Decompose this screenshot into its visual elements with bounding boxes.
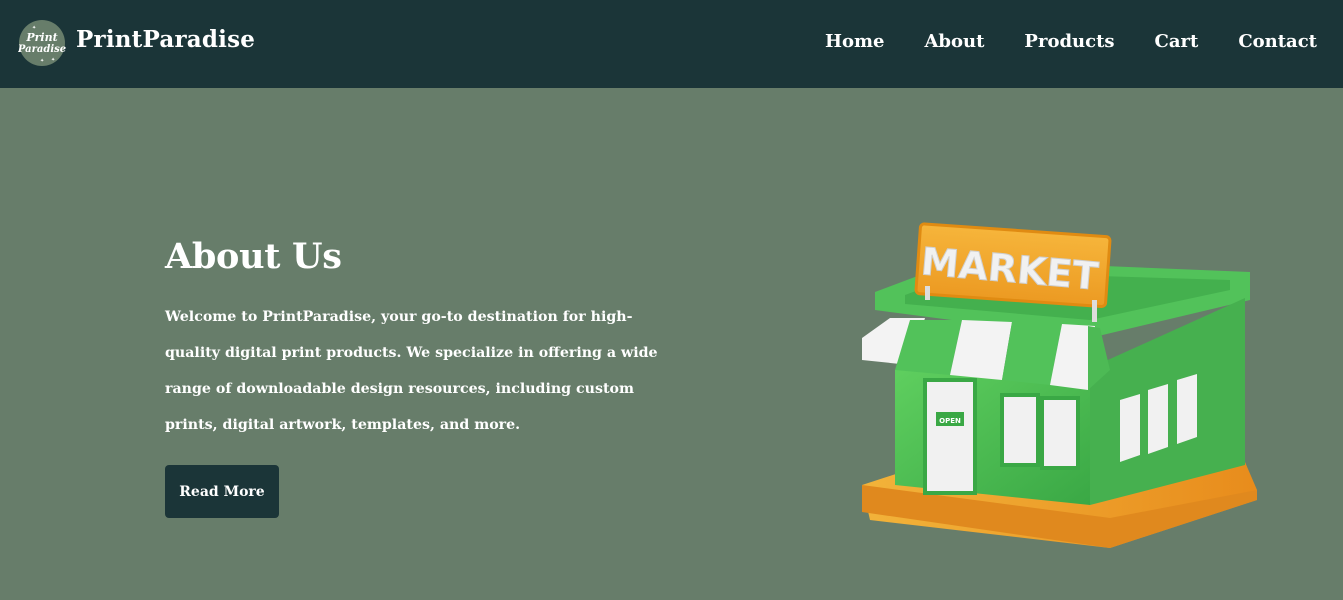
nav-products[interactable]: Products <box>1024 31 1114 52</box>
door-sign-text: OPEN <box>939 417 961 425</box>
nav-about[interactable]: About <box>924 31 984 52</box>
market-illustration: MARKET OPEN <box>862 222 1257 548</box>
read-more-button[interactable]: Read More <box>165 465 279 518</box>
nav-contact[interactable]: Contact <box>1238 31 1317 52</box>
svg-text:✦: ✦ <box>40 58 44 64</box>
svg-text:✦: ✦ <box>32 25 36 31</box>
brand-name: PrintParadise <box>76 25 256 53</box>
about-title: About Us <box>165 236 342 277</box>
main-nav: Home About Products Cart Contact <box>785 31 1317 52</box>
nav-cart[interactable]: Cart <box>1155 31 1199 52</box>
brand[interactable]: Print Paradise ✦ ✦ ✦ PrintParadise <box>18 20 255 66</box>
nav-home[interactable]: Home <box>825 31 885 52</box>
intro-brand: PrintParadise <box>262 309 372 325</box>
navbar: Print Paradise ✦ ✦ ✦ PrintParadise Home … <box>0 0 1343 88</box>
intro-after: , your go-to destination for high-qualit… <box>165 309 658 433</box>
svg-text:✦: ✦ <box>51 57 55 63</box>
logo-text-top: Print <box>25 31 57 44</box>
intro-before: Welcome to <box>165 309 263 325</box>
logo-icon: Print Paradise ✦ ✦ ✦ <box>18 20 66 66</box>
about-section: About Us Welcome to PrintParadise, your … <box>165 236 705 443</box>
about-description: Welcome to PrintParadise, your go-to des… <box>165 299 685 443</box>
logo-text-bottom: Paradise <box>18 44 66 55</box>
